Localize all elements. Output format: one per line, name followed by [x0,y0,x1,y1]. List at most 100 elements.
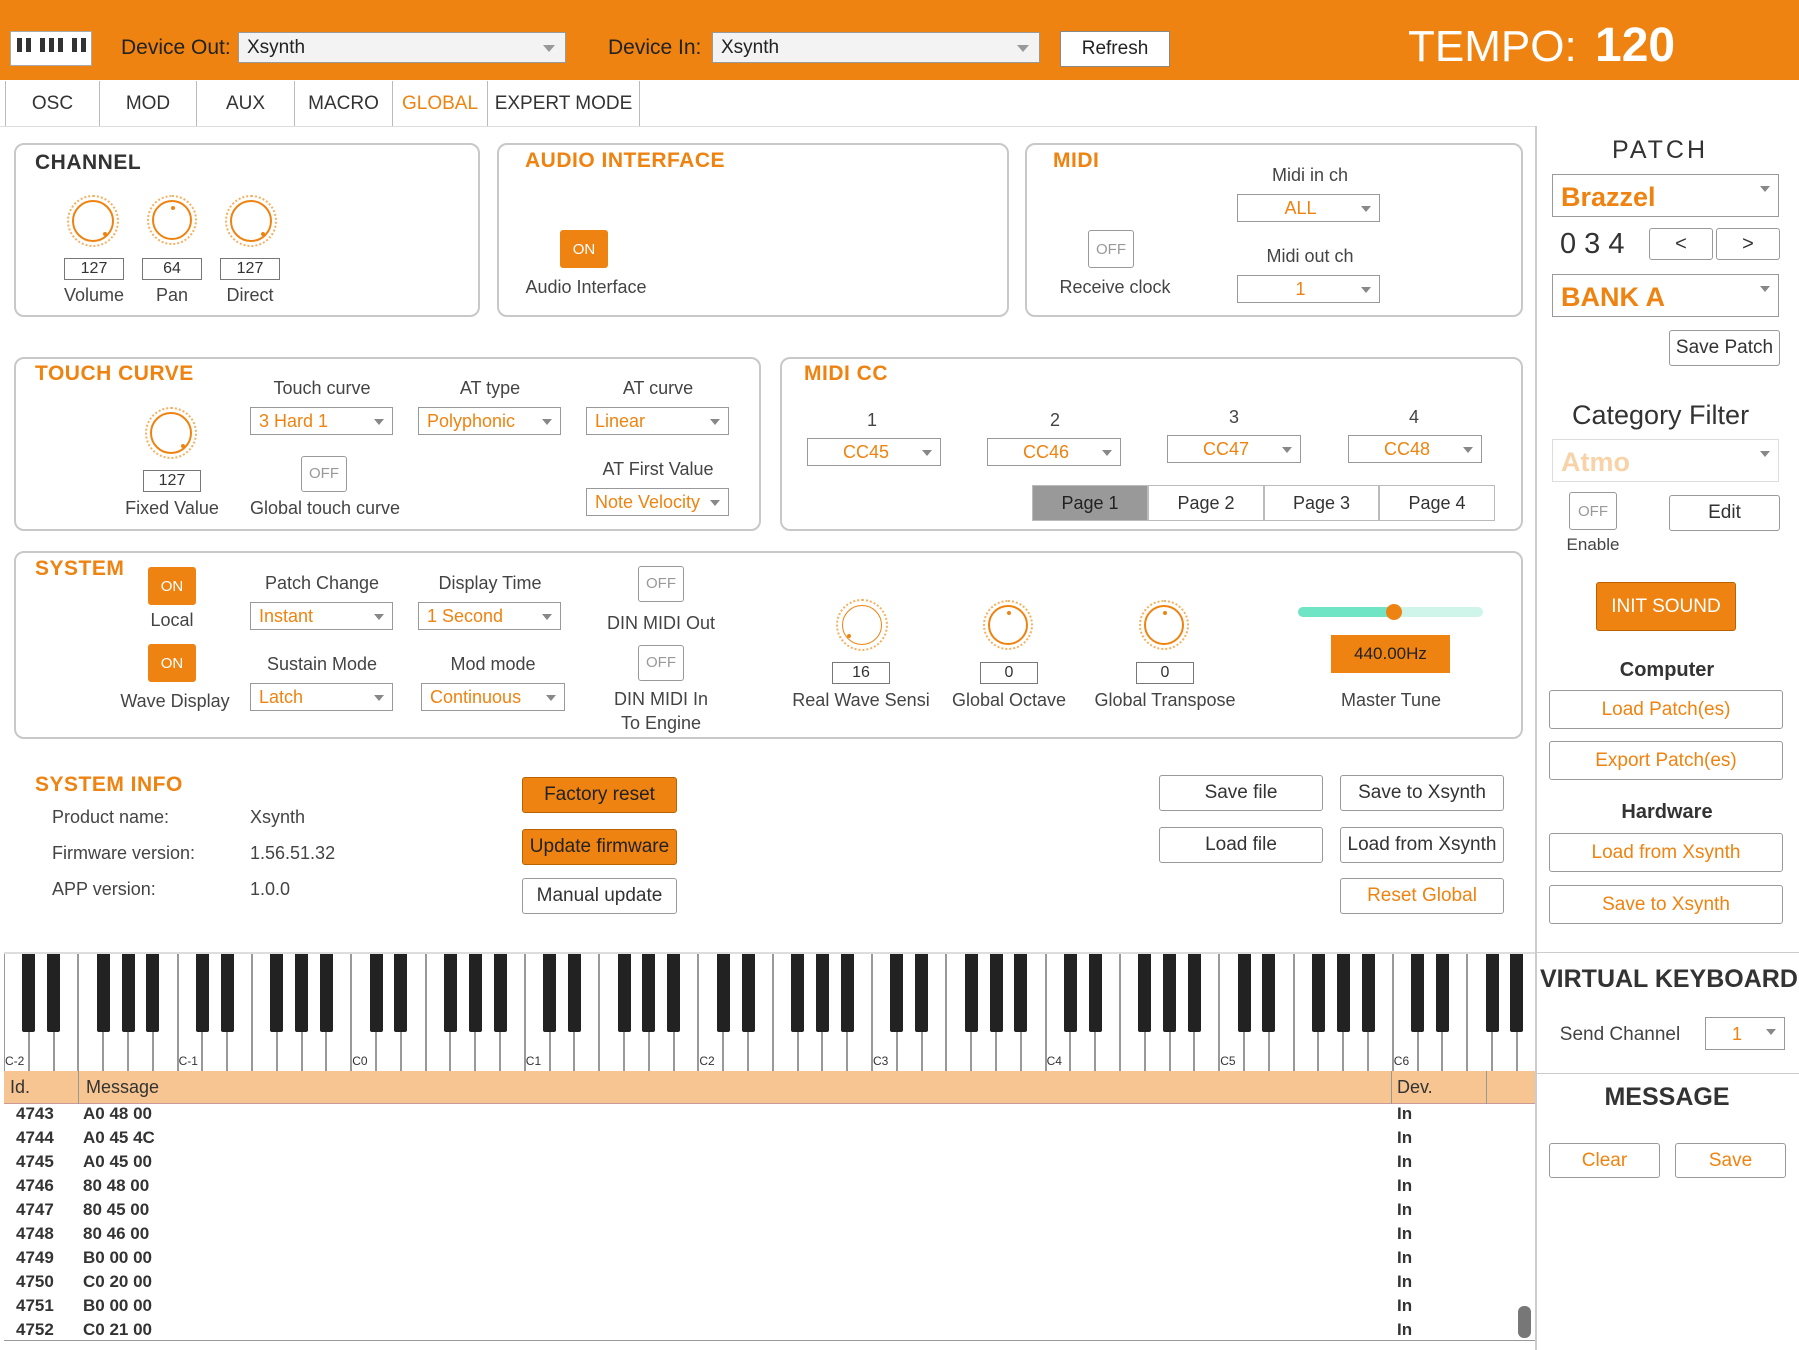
tab-global[interactable]: GLOBAL [393,81,488,127]
black-key[interactable] [964,954,978,1032]
global-transpose-knob[interactable] [1139,600,1189,650]
black-key[interactable] [1485,954,1499,1032]
at-first-value-select[interactable]: Note Velocity [586,488,729,516]
cc-page-4-button[interactable]: Page 4 [1379,485,1495,521]
midi-in-select[interactable]: ALL [1237,194,1380,222]
local-toggle[interactable]: ON [148,567,196,605]
black-key[interactable] [1063,954,1077,1032]
log-row[interactable]: 4749 B0 00 00 In [4,1248,1535,1272]
wave-display-toggle[interactable]: ON [148,644,196,682]
black-key[interactable] [1435,954,1449,1032]
fixed-value-knob[interactable] [145,407,197,459]
receive-clock-toggle[interactable]: OFF [1088,230,1134,268]
next-patch-button[interactable]: > [1716,228,1780,260]
prev-patch-button[interactable]: < [1649,228,1713,260]
sustain-mode-select[interactable]: Latch [250,683,393,711]
black-key[interactable] [468,954,482,1032]
black-key[interactable] [319,954,333,1032]
message-save-button[interactable]: Save [1675,1143,1786,1178]
log-row[interactable]: 4750 C0 20 00 In [4,1272,1535,1296]
display-time-select[interactable]: 1 Second [418,602,561,630]
black-key[interactable] [22,954,36,1032]
black-key[interactable] [617,954,631,1032]
hardware-load-button[interactable]: Load from Xsynth [1549,833,1783,872]
load-from-xsynth-button[interactable]: Load from Xsynth [1340,827,1504,863]
black-key[interactable] [220,954,234,1032]
message-clear-button[interactable]: Clear [1549,1143,1660,1178]
black-key[interactable] [493,954,507,1032]
black-key[interactable] [1411,954,1425,1032]
device-in-select[interactable]: Xsynth [712,32,1040,63]
cc-3-select[interactable]: CC47 [1167,435,1301,463]
log-row[interactable]: 4746 80 48 00 In [4,1176,1535,1200]
audio-interface-toggle[interactable]: ON [560,230,608,268]
direct-value[interactable]: 127 [220,258,280,280]
touch-curve-select[interactable]: 3 Hard 1 [250,407,393,435]
tab-expert-mode[interactable]: EXPERT MODE [488,81,640,127]
cc-2-select[interactable]: CC46 [987,438,1121,466]
category-filter-select[interactable]: Atmo [1552,439,1779,482]
cc-page-1-button[interactable]: Page 1 [1032,485,1148,521]
midi-out-select[interactable]: 1 [1237,275,1380,303]
log-scrollbar[interactable] [1518,1306,1531,1338]
load-file-button[interactable]: Load file [1159,827,1323,863]
master-tune-value[interactable]: 440.00Hz [1331,635,1450,673]
black-key[interactable] [815,954,829,1032]
black-key[interactable] [1361,954,1375,1032]
black-key[interactable] [96,954,110,1032]
black-key[interactable] [543,954,557,1032]
log-row[interactable]: 4745 A0 45 00 In [4,1152,1535,1176]
black-key[interactable] [443,954,457,1032]
global-touch-curve-toggle[interactable]: OFF [301,456,347,492]
master-tune-slider[interactable] [1298,604,1483,620]
at-type-select[interactable]: Polyphonic [418,407,561,435]
tab-mod[interactable]: MOD [100,81,197,127]
log-list[interactable]: 4743 A0 48 00 In 4744 A0 45 4C In 4745 A0 45 00… [4,1104,1535,1340]
global-octave-value[interactable]: 0 [980,662,1038,684]
black-key[interactable] [667,954,681,1032]
category-edit-button[interactable]: Edit [1669,495,1780,531]
black-key[interactable] [989,954,1003,1032]
category-enable-toggle[interactable]: OFF [1569,492,1617,530]
factory-reset-button[interactable]: Factory reset [522,777,677,813]
log-row[interactable]: 4751 B0 00 00 In [4,1296,1535,1320]
log-row[interactable]: 4747 80 45 00 In [4,1200,1535,1224]
black-key[interactable] [394,954,408,1032]
real-wave-sensi-knob[interactable] [836,599,888,651]
black-key[interactable] [1014,954,1028,1032]
black-key[interactable] [1311,954,1325,1032]
black-key[interactable] [915,954,929,1032]
save-to-xsynth-button[interactable]: Save to Xsynth [1340,775,1504,811]
pan-knob[interactable] [147,195,197,245]
black-key[interactable] [1262,954,1276,1032]
black-key[interactable] [1138,954,1152,1032]
black-key[interactable] [741,954,755,1032]
patch-change-select[interactable]: Instant [250,602,393,630]
send-channel-select[interactable]: 1 [1705,1017,1785,1050]
export-patches-button[interactable]: Export Patch(es) [1549,741,1783,780]
global-octave-knob[interactable] [983,600,1033,650]
virtual-keyboard[interactable]: C-2C-1C0C1C2C3C4C5C6C7C8 [4,952,1535,1071]
log-row[interactable]: 4752 C0 21 00 In [4,1320,1535,1340]
tab-aux[interactable]: AUX [197,81,295,127]
save-file-button[interactable]: Save file [1159,775,1323,811]
tab-macro[interactable]: MACRO [295,81,393,127]
black-key[interactable] [1336,954,1350,1032]
refresh-button[interactable]: Refresh [1060,31,1170,67]
volume-knob[interactable] [67,195,119,247]
black-key[interactable] [270,954,284,1032]
black-key[interactable] [146,954,160,1032]
log-row[interactable]: 4748 80 46 00 In [4,1224,1535,1248]
patch-name-select[interactable]: Brazzel [1552,174,1779,217]
volume-value[interactable]: 127 [64,258,124,280]
black-key[interactable] [295,954,309,1032]
black-key[interactable] [121,954,135,1032]
black-key[interactable] [195,954,209,1032]
global-transpose-value[interactable]: 0 [1136,662,1194,684]
black-key[interactable] [890,954,904,1032]
cc-1-select[interactable]: CC45 [807,438,941,466]
real-wave-sensi-value[interactable]: 16 [832,662,890,684]
bank-select[interactable]: BANK A [1552,274,1779,317]
black-key[interactable] [642,954,656,1032]
at-curve-select[interactable]: Linear [586,407,729,435]
